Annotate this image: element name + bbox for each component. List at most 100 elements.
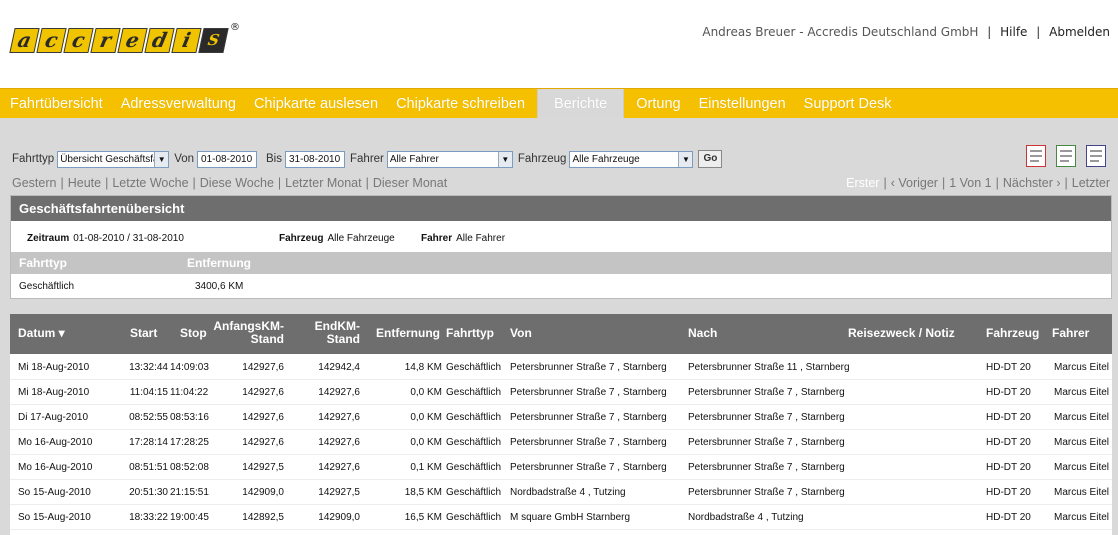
cell-datum: Mi 18-Aug-2010 <box>18 387 90 398</box>
zeitraum-group: Zeitraum 01-08-2010 / 31-08-2010 <box>27 233 279 244</box>
go-button[interactable]: Go <box>698 150 723 168</box>
cell-entf: 18,5 KM <box>404 487 442 498</box>
table-row[interactable]: Mo 16-Aug-2010 17:28:14 17:28:25 142927,6 14… <box>10 430 1112 455</box>
cell-fahrzeug: HD-DT 20 <box>986 462 1031 473</box>
cell-start: 20:51:30 <box>129 487 168 498</box>
table-row[interactable]: Mo 16-Aug-2010 08:51:51 08:52:08 142927,5 14… <box>10 455 1112 480</box>
cell-stop: 14:09:03 <box>170 362 209 373</box>
page-header: a c c r e d i S ® Andreas Breuer - Accre… <box>0 0 1118 88</box>
nav-item-einstellungen[interactable]: Einstellungen <box>699 89 786 119</box>
quick-filter-gestern[interactable]: Gestern <box>12 176 56 190</box>
cell-end: 142942,4 <box>318 362 360 373</box>
fahrer-select[interactable]: Alle Fahrer ▼ <box>386 150 513 168</box>
summary-col-entfernung: Entfernung <box>187 256 251 270</box>
pager-info: 1 Von 1 <box>949 176 992 190</box>
col-endkm-line2: Stand <box>326 332 360 346</box>
logo-letter: a <box>9 28 40 53</box>
cell-anfang: 142927,6 <box>242 387 284 398</box>
logout-link[interactable]: Abmelden <box>1049 25 1110 39</box>
cell-end: 142927,6 <box>318 437 360 448</box>
nav-item-chipkarte-auslesen[interactable]: Chipkarte auslesen <box>254 89 378 119</box>
summary-entfernung: 3400,6 KM <box>195 281 244 292</box>
cell-anfang: 142927,6 <box>242 412 284 423</box>
cell-fahrer: Marcus Eitel <box>1054 487 1110 498</box>
pager-prev[interactable]: ‹ Voriger <box>891 176 938 190</box>
quick-date-filters: Gestern | Heute | Letzte Woche | Diese Woche | L… <box>12 176 448 190</box>
table-row[interactable]: Mi 18-Aug-2010 11:04:15 11:04:22 142927,6 14… <box>10 380 1112 405</box>
cell-end: 142927,6 <box>318 462 360 473</box>
cell-entf: 16,5 KM <box>404 512 442 523</box>
quick-filter-diese-woche[interactable]: Diese Woche <box>200 176 274 190</box>
cell-anfang: 142927,6 <box>242 362 284 373</box>
registered-mark: ® <box>230 22 240 33</box>
von-date-input[interactable]: 01-08-2010 <box>197 150 258 168</box>
cell-entf: 0,0 KM <box>410 412 442 423</box>
cell-typ: Geschäftlich <box>446 487 502 498</box>
col-endkm[interactable]: EndKM- Stand <box>310 320 360 346</box>
nav-item-ortung[interactable]: Ortung <box>636 89 680 119</box>
excel-export-icon[interactable] <box>1056 145 1076 167</box>
nav-item-chipkarte-schreiben[interactable]: Chipkarte schreiben <box>396 89 525 119</box>
cell-fahrer: Marcus Eitel <box>1054 362 1110 373</box>
chevron-down-icon: ▼ <box>497 151 512 167</box>
cell-fahrzeug: HD-DT 20 <box>986 387 1031 398</box>
word-export-icon[interactable] <box>1086 145 1106 167</box>
cell-nach: Petersbrunner Straße 7 , Starnberg <box>688 412 845 423</box>
nav-item-fahrtuebersicht[interactable]: Fahrtübersicht <box>10 89 103 119</box>
fahrzeug-select[interactable]: Alle Fahrzeuge ▼ <box>569 150 694 168</box>
pdf-export-icon[interactable] <box>1026 145 1046 167</box>
fahrttyp-value: Übersicht Geschäftsfahrte <box>60 153 170 165</box>
cell-entf: 0,0 KM <box>410 437 442 448</box>
quick-filter-dieser-monat[interactable]: Dieser Monat <box>373 176 447 190</box>
col-von[interactable]: Von <box>510 327 532 340</box>
nav-item-support-desk[interactable]: Support Desk <box>804 89 892 119</box>
table-row[interactable]: Mi 18-Aug-2010 13:32:44 14:09:03 142927,6 14… <box>10 355 1112 380</box>
summary-panel: Geschäftsfahrtenübersicht Zeitraum 01-08-… <box>10 195 1112 299</box>
quick-filter-heute[interactable]: Heute <box>68 176 101 190</box>
cell-fahrer: Marcus Eitel <box>1054 387 1110 398</box>
bis-date-input[interactable]: 31-08-2010 <box>285 150 345 168</box>
table-row[interactable]: So 15-Aug-2010 20:51:30 21:15:51 142909,0 14… <box>10 480 1112 505</box>
col-anfangskm[interactable]: AnfangsKM- Stand <box>210 320 284 346</box>
col-datum[interactable]: Datum ▾ <box>18 327 65 340</box>
cell-fahrer: Marcus Eitel <box>1054 462 1110 473</box>
cell-von: M square GmbH Starnberg <box>510 512 631 523</box>
logo-letter: r <box>90 28 121 53</box>
col-stop[interactable]: Stop <box>180 327 207 340</box>
cell-typ: Geschäftlich <box>446 462 502 473</box>
col-fahrttyp[interactable]: Fahrttyp <box>446 327 494 340</box>
help-link[interactable]: Hilfe <box>1000 25 1027 39</box>
cell-anfang: 142909,0 <box>242 487 284 498</box>
col-fahrer[interactable]: Fahrer <box>1052 327 1089 340</box>
nav-item-adressverwaltung[interactable]: Adressverwaltung <box>121 89 236 119</box>
pager-next[interactable]: Nächster › <box>1003 176 1061 190</box>
cell-nach: Petersbrunner Straße 7 , Starnberg <box>688 462 845 473</box>
cell-von: Petersbrunner Straße 7 , Starnberg <box>510 362 667 373</box>
cell-datum: So 15-Aug-2010 <box>18 487 91 498</box>
cell-start: 17:28:14 <box>129 437 168 448</box>
pager-first[interactable]: Erster <box>846 176 879 190</box>
table-header: Datum ▾ Start Stop AnfangsKM- Stand EndK… <box>10 314 1112 354</box>
cell-von: Petersbrunner Straße 7 , Starnberg <box>510 412 667 423</box>
summary-fahrttyp: Geschäftlich <box>19 281 75 292</box>
col-reisezweck[interactable]: Reisezweck / Notiz <box>848 327 955 340</box>
col-fahrzeug[interactable]: Fahrzeug <box>986 327 1039 340</box>
table-row[interactable]: Di 17-Aug-2010 08:52:55 08:53:16 142927,6 14… <box>10 405 1112 430</box>
cell-typ: Geschäftlich <box>446 437 502 448</box>
quick-filter-letzter-monat[interactable]: Letzter Monat <box>285 176 361 190</box>
pager-last[interactable]: Letzter <box>1072 176 1110 190</box>
fahrer-value: Alle Fahrer <box>456 233 506 244</box>
accredis-logo[interactable]: a c c r e d i S ® <box>9 20 240 56</box>
col-anfangskm-line2: Stand <box>250 332 284 346</box>
table-row[interactable]: So 15-Aug-2010 18:33:22 19:00:45 142892,5 14… <box>10 505 1112 530</box>
von-label: Von <box>174 153 195 165</box>
fahrzeug-label: Fahrzeug <box>517 153 567 165</box>
col-start[interactable]: Start <box>130 327 157 340</box>
quick-filter-letzte-woche[interactable]: Letzte Woche <box>112 176 188 190</box>
fahrttyp-select[interactable]: Übersicht Geschäftsfahrte ▼ <box>57 150 170 168</box>
chevron-down-icon: ▼ <box>154 151 169 167</box>
chevron-down-icon: ▼ <box>678 151 693 167</box>
user-bar: Andreas Breuer - Accredis Deutschland Gm… <box>702 25 1110 39</box>
col-entfernung[interactable]: Entfernung <box>376 327 440 340</box>
col-nach[interactable]: Nach <box>688 327 717 340</box>
